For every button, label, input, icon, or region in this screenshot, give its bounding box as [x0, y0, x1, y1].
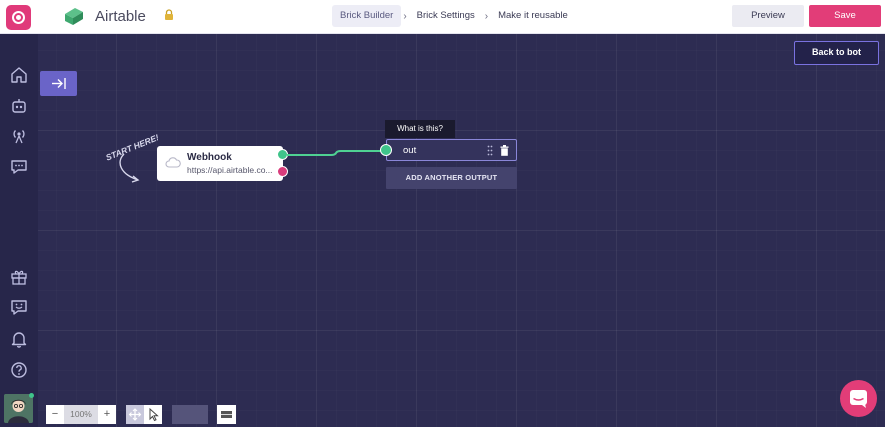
drag-handle-icon[interactable] — [487, 145, 493, 156]
breadcrumb-separator: › — [484, 10, 489, 22]
gift-icon[interactable] — [10, 268, 28, 286]
zoom-out-button[interactable]: − — [46, 405, 64, 424]
app-title: Airtable — [95, 8, 146, 25]
canvas-tool-toggle — [126, 405, 162, 424]
output-field[interactable]: out — [386, 139, 517, 161]
broadcast-icon[interactable] — [10, 127, 28, 145]
avatar[interactable] — [4, 394, 33, 423]
save-button[interactable]: Save — [809, 5, 881, 27]
webhook-node[interactable]: Webhook https://api.airtable.co... — [157, 146, 283, 181]
webhook-url: https://api.airtable.co... — [187, 165, 273, 175]
back-to-bot-button[interactable]: Back to bot — [794, 41, 879, 65]
layout-toggle-button[interactable] — [172, 405, 208, 424]
online-status-dot — [29, 393, 34, 398]
minimap-icon — [221, 411, 232, 418]
what-is-this-tooltip: What is this? — [385, 120, 455, 138]
bot-icon[interactable] — [10, 97, 28, 115]
user-avatar-image — [4, 394, 33, 423]
chat-bubble-icon — [850, 390, 867, 408]
tab-brick-builder[interactable]: Brick Builder — [332, 5, 402, 27]
minimap-button[interactable] — [217, 405, 236, 424]
bell-icon[interactable] — [10, 330, 28, 348]
help-icon[interactable] — [10, 361, 28, 379]
breadcrumb: Brick Builder › Brick Settings › Make it… — [332, 5, 576, 27]
error-output-port[interactable] — [277, 166, 288, 177]
trash-icon[interactable] — [500, 145, 509, 156]
start-here-text: START HERE! — [104, 132, 158, 162]
top-bar: Airtable Brick Builder › Brick Settings … — [0, 0, 885, 34]
chatbot-logo-icon[interactable] — [6, 5, 31, 30]
webhook-title: Webhook — [187, 152, 232, 163]
output-label[interactable]: out — [403, 145, 416, 156]
start-here-arrow — [119, 153, 139, 181]
collapse-arrow-icon — [52, 78, 66, 89]
chat-icon[interactable] — [10, 158, 28, 176]
left-sidebar — [0, 34, 38, 427]
connection-line — [287, 150, 381, 156]
flow-canvas[interactable] — [38, 34, 885, 427]
home-icon[interactable] — [10, 66, 28, 84]
cursor-icon — [149, 407, 159, 422]
preview-button[interactable]: Preview — [732, 5, 804, 27]
support-chat-button[interactable] — [840, 380, 877, 417]
zoom-controls: − 100% + — [46, 405, 116, 424]
pan-tool-button[interactable] — [126, 405, 144, 424]
feedback-icon[interactable] — [10, 299, 28, 317]
tab-make-it-reusable[interactable]: Make it reusable — [490, 5, 576, 27]
zoom-level: 100% — [64, 405, 98, 424]
output-input-port[interactable] — [380, 144, 392, 156]
airtable-brick-icon — [65, 8, 83, 25]
move-icon — [128, 408, 142, 421]
zoom-in-button[interactable]: + — [98, 405, 116, 424]
cloud-icon — [165, 157, 181, 168]
tab-brick-settings[interactable]: Brick Settings — [409, 5, 483, 27]
collapse-panel-button[interactable] — [40, 71, 77, 96]
breadcrumb-separator: › — [403, 10, 407, 22]
lock-icon — [165, 9, 173, 20]
select-tool-button[interactable] — [144, 405, 162, 424]
add-another-output-button[interactable]: ADD ANOTHER OUTPUT — [386, 167, 517, 189]
start-here-annotation: START HERE! — [104, 132, 158, 183]
